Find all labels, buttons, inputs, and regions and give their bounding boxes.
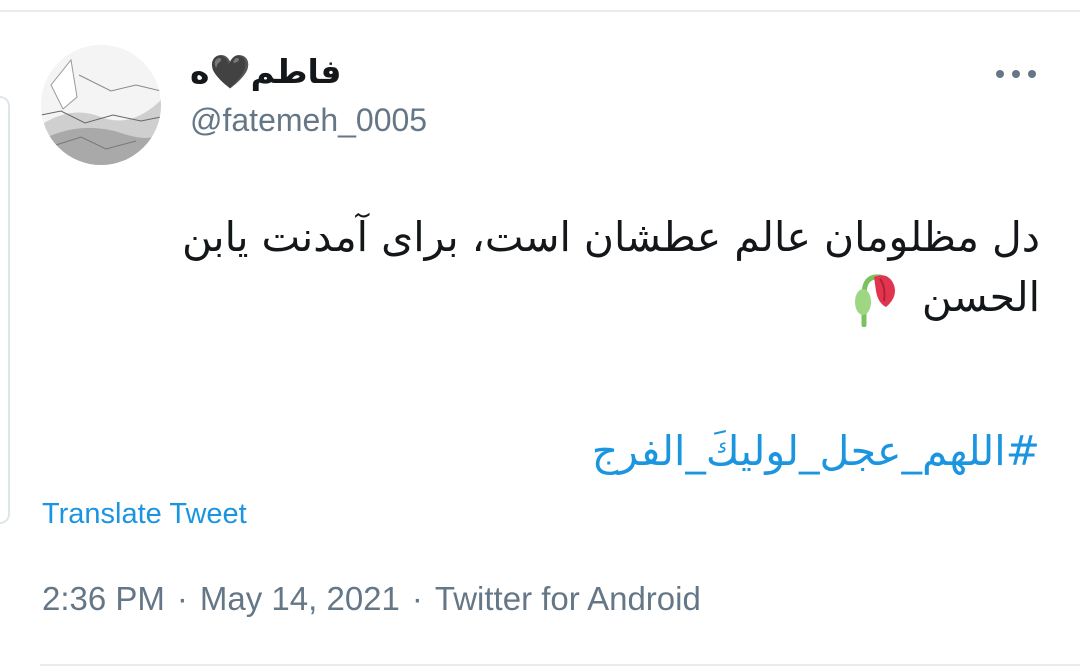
- translate-tweet-link[interactable]: Translate Tweet: [42, 498, 247, 531]
- tweet-meta: 2:36 PM · May 14, 2021 · Twitter for And…: [42, 580, 701, 618]
- tweet-text: دل مظلومان عالم عطشان است، برای آمدنت یا…: [40, 208, 1040, 327]
- display-name-row[interactable]: فاطم🖤ه: [190, 50, 342, 94]
- meta-separator: ·: [411, 580, 423, 617]
- tweet-text-line-2-row: الحسن: [40, 267, 1040, 327]
- avatar[interactable]: [41, 45, 161, 165]
- more-options-icon[interactable]: [996, 62, 1036, 86]
- tweet-source[interactable]: Twitter for Android: [435, 580, 701, 618]
- tweet-text-line-2: الحسن: [921, 272, 1040, 321]
- wilted-flower-icon: [854, 274, 895, 327]
- meta-separator: ·: [176, 580, 188, 617]
- display-name[interactable]: فاطم🖤ه: [190, 52, 342, 92]
- avatar-image: [41, 45, 161, 165]
- tweet-date[interactable]: May 14, 2021: [200, 580, 400, 618]
- user-handle[interactable]: @fatemeh_0005: [190, 102, 427, 139]
- bottom-divider: [40, 664, 1080, 666]
- hashtag-link[interactable]: #اللهم_عجل_لولیكَ_الفرج: [40, 422, 1040, 481]
- left-panel-edge: [0, 96, 10, 524]
- tweet-text-line-1: دل مظلومان عالم عطشان است، برای آمدنت یا…: [181, 213, 1040, 261]
- top-divider: [0, 10, 1080, 12]
- tweet-time[interactable]: 2:36 PM: [42, 580, 165, 618]
